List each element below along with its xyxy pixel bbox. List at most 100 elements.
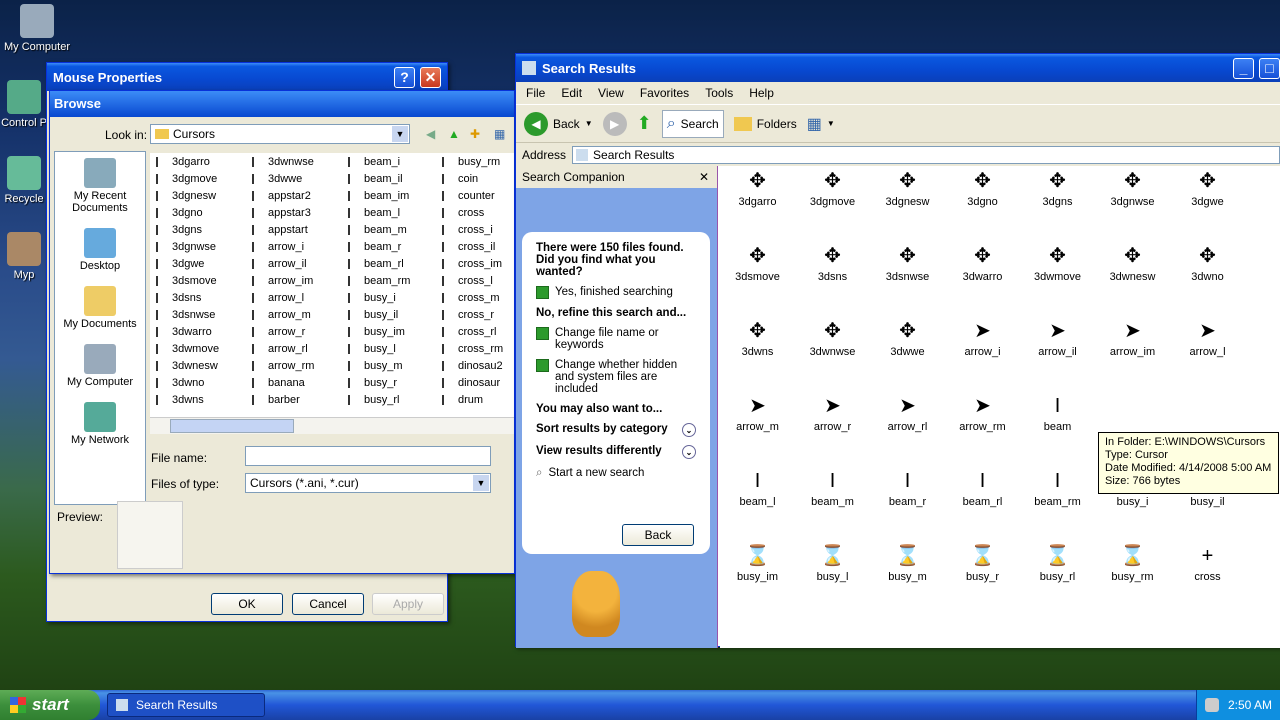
- result-icon-item[interactable]: ⌛ busy_m: [870, 541, 945, 583]
- result-icon-item[interactable]: ➤ arrow_m: [720, 391, 795, 433]
- taskbar-item-search-results[interactable]: Search Results: [107, 693, 265, 717]
- file-item[interactable]: 3dwnwse: [252, 153, 314, 170]
- result-icon-item[interactable]: ✥ 3dgarro: [720, 166, 795, 208]
- file-item[interactable]: busy_rl: [348, 391, 410, 408]
- new-folder-icon[interactable]: ✚: [470, 127, 480, 141]
- file-item[interactable]: 3dgwe: [156, 255, 219, 272]
- result-icon-item[interactable]: ✥ 3dgwe: [1170, 166, 1245, 208]
- file-item[interactable]: beam_r: [348, 238, 410, 255]
- result-icon-item[interactable]: ✥ 3dwns: [720, 316, 795, 358]
- result-icon-item[interactable]: Ibeam_l: [720, 466, 795, 508]
- result-icon-item[interactable]: ⌛ busy_rl: [1020, 541, 1095, 583]
- file-item[interactable]: beam_im: [348, 187, 410, 204]
- yes-finished-link[interactable]: Yes, finished searching: [536, 286, 696, 299]
- file-item[interactable]: cross_im: [442, 255, 503, 272]
- apply-button[interactable]: Apply: [372, 593, 444, 615]
- maximize-button[interactable]: □: [1259, 58, 1280, 79]
- look-in-select[interactable]: Cursors ▼: [150, 124, 410, 144]
- scrollbar-thumb[interactable]: [170, 419, 294, 433]
- file-item[interactable]: dinosau2: [442, 357, 503, 374]
- file-item[interactable]: cross_m: [442, 289, 503, 306]
- result-icon-item[interactable]: ✥ 3dsmove: [720, 241, 795, 283]
- chevron-down-icon[interactable]: ▼: [827, 119, 835, 128]
- file-item[interactable]: arrow_rl: [252, 340, 314, 357]
- result-icon-item[interactable]: Ibeam_rm: [1020, 466, 1095, 508]
- place-desktop[interactable]: Desktop: [55, 228, 145, 272]
- result-icon-item[interactable]: ⌛ busy_l: [795, 541, 870, 583]
- forward-button[interactable]: ▶: [602, 111, 627, 136]
- result-icon-item[interactable]: ➤ arrow_im: [1095, 316, 1170, 358]
- file-item[interactable]: busy_r: [348, 374, 410, 391]
- result-icon-item[interactable]: ➤ arrow_r: [795, 391, 870, 433]
- file-item[interactable]: arrow_r: [252, 323, 314, 340]
- search-button[interactable]: ⌕ Search: [661, 109, 724, 138]
- file-item[interactable]: coin: [442, 170, 503, 187]
- result-icon-item[interactable]: ✥ 3dwwe: [870, 316, 945, 358]
- file-item[interactable]: drum: [442, 391, 503, 408]
- file-item[interactable]: banana: [252, 374, 314, 391]
- up-folder-icon[interactable]: ▲: [448, 127, 460, 141]
- back-button[interactable]: ◀ Back ▼: [524, 111, 593, 136]
- result-icon-item[interactable]: ✥ 3dgnesw: [870, 166, 945, 208]
- chevron-down-icon[interactable]: ▼: [392, 126, 408, 142]
- menu-file[interactable]: File: [526, 86, 545, 100]
- file-item[interactable]: appstar2: [252, 187, 314, 204]
- file-item[interactable]: arrow_i: [252, 238, 314, 255]
- chevron-down-icon[interactable]: ▼: [585, 119, 593, 128]
- start-button[interactable]: start: [0, 690, 100, 720]
- result-icon-item[interactable]: ✥ 3dwnesw: [1095, 241, 1170, 283]
- folders-button[interactable]: Folders: [733, 116, 797, 131]
- result-icon-item[interactable]: ✥ 3dgns: [1020, 166, 1095, 208]
- file-item[interactable]: arrow_m: [252, 306, 314, 323]
- file-item[interactable]: 3dwarro: [156, 323, 219, 340]
- result-icon-item[interactable]: [1095, 391, 1170, 421]
- file-item[interactable]: cross_rl: [442, 323, 503, 340]
- file-item[interactable]: barber: [252, 391, 314, 408]
- result-icon-item[interactable]: ⌛ busy_rm: [1095, 541, 1170, 583]
- file-item[interactable]: busy_l: [348, 340, 410, 357]
- file-item[interactable]: 3dgnwse: [156, 238, 219, 255]
- views-button[interactable]: ▦ ▼: [807, 114, 835, 134]
- view-link[interactable]: View results differently ⌄: [536, 445, 696, 459]
- desktop-icon-control-panel[interactable]: Control P: [0, 80, 48, 129]
- file-item[interactable]: busy_im: [348, 323, 410, 340]
- filename-field[interactable]: [245, 446, 491, 466]
- help-button[interactable]: ?: [394, 67, 415, 88]
- file-item[interactable]: cross_i: [442, 221, 503, 238]
- file-item[interactable]: 3dwwe: [252, 170, 314, 187]
- place-my-network[interactable]: My Network: [55, 402, 145, 446]
- file-item[interactable]: beam_il: [348, 170, 410, 187]
- rover-dog-icon[interactable]: [572, 571, 620, 637]
- file-item[interactable]: 3dsmove: [156, 272, 219, 289]
- file-item[interactable]: arrow_il: [252, 255, 314, 272]
- result-icon-item[interactable]: ✥ 3dwnwse: [795, 316, 870, 358]
- file-item[interactable]: counter: [442, 187, 503, 204]
- result-icon-item[interactable]: ✥ 3dgno: [945, 166, 1020, 208]
- new-search-link[interactable]: ⌕ Start a new search: [536, 467, 696, 480]
- filetype-select[interactable]: Cursors (*.ani, *.cur) ▼: [245, 473, 491, 493]
- result-icon-item[interactable]: Ibeam_m: [795, 466, 870, 508]
- desktop-icon-recycle[interactable]: Recycle: [0, 156, 48, 205]
- file-item[interactable]: cross_il: [442, 238, 503, 255]
- file-item[interactable]: beam_i: [348, 153, 410, 170]
- file-item[interactable]: 3dwno: [156, 374, 219, 391]
- file-item[interactable]: busy_i: [348, 289, 410, 306]
- result-icon-item[interactable]: ⌛ busy_r: [945, 541, 1020, 583]
- close-icon[interactable]: ✕: [699, 170, 709, 184]
- menu-help[interactable]: Help: [749, 86, 774, 100]
- menu-tools[interactable]: Tools: [705, 86, 733, 100]
- file-item[interactable]: beam_rm: [348, 272, 410, 289]
- file-item[interactable]: 3dwns: [156, 391, 219, 408]
- place-my-documents[interactable]: My Documents: [55, 286, 145, 330]
- file-item[interactable]: 3dgmove: [156, 170, 219, 187]
- desktop-icon-myp[interactable]: Myp: [0, 232, 48, 281]
- cancel-button[interactable]: Cancel: [292, 593, 364, 615]
- file-item[interactable]: 3dgarro: [156, 153, 219, 170]
- result-icon-item[interactable]: ✥ 3dsns: [795, 241, 870, 283]
- companion-back-button[interactable]: Back: [622, 524, 694, 546]
- file-item[interactable]: cross_rm: [442, 340, 503, 357]
- change-hidden-link[interactable]: Change whether hidden and system files a…: [536, 359, 696, 395]
- result-icon-item[interactable]: ✥ 3dwarro: [945, 241, 1020, 283]
- file-item[interactable]: 3dgnesw: [156, 187, 219, 204]
- result-icon-item[interactable]: Ibeam_r: [870, 466, 945, 508]
